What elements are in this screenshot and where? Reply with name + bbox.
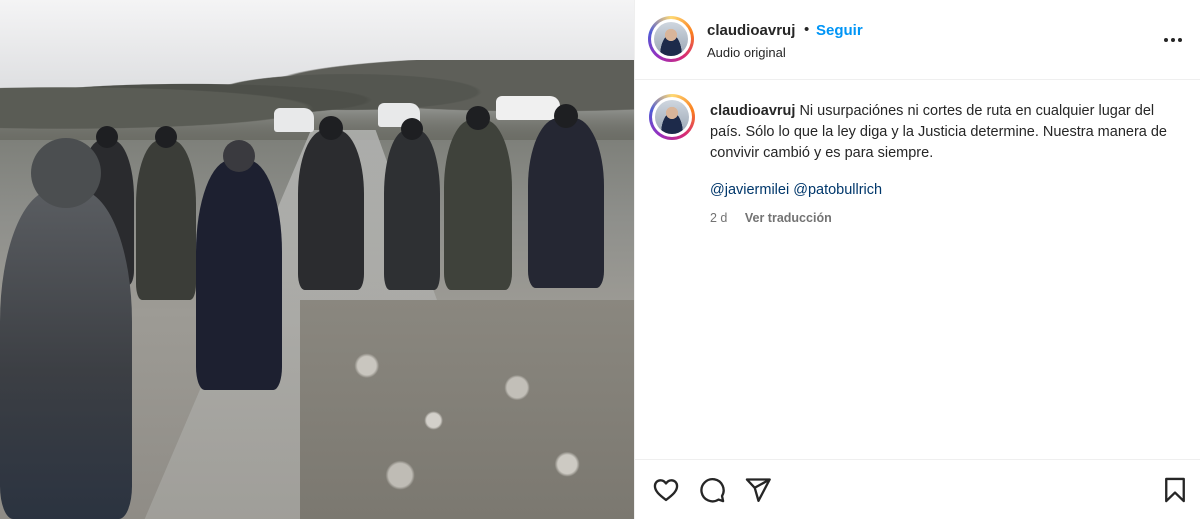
see-translation-link[interactable]: Ver traducción — [745, 211, 832, 225]
mention-link[interactable]: @patobullrich — [793, 182, 882, 198]
media-person — [136, 126, 196, 300]
post-timestamp[interactable]: 2 d — [710, 211, 727, 225]
media-gravel — [300, 300, 634, 519]
media-person — [528, 104, 604, 288]
action-bar — [635, 459, 1200, 519]
media-vehicle — [496, 96, 560, 120]
post-sidebar: claudioavruj • Seguir Audio original cla… — [635, 0, 1200, 519]
media-person — [444, 106, 512, 290]
post-caption: claudioavruj Ni usurpaciónes ni cortes d… — [710, 101, 1180, 164]
comment-icon[interactable] — [698, 476, 726, 504]
media-person — [0, 138, 132, 519]
caption-username[interactable]: claudioavruj — [710, 103, 795, 119]
caption-author-avatar[interactable] — [649, 94, 695, 140]
send-icon[interactable] — [744, 476, 772, 504]
mention-link[interactable]: @javiermilei — [710, 182, 789, 198]
heart-icon[interactable] — [652, 476, 680, 504]
bookmark-icon[interactable] — [1161, 476, 1189, 504]
avatar-image — [655, 100, 689, 134]
audio-label[interactable]: Audio original — [707, 45, 786, 60]
post-media-video[interactable] — [0, 0, 634, 519]
media-person — [298, 116, 364, 290]
post-header: claudioavruj • Seguir Audio original — [635, 0, 1200, 80]
media-person — [196, 140, 282, 390]
author-avatar[interactable] — [648, 16, 694, 62]
more-horizontal-icon[interactable] — [1161, 28, 1185, 52]
avatar-image — [654, 22, 688, 56]
caption-mentions: @javiermilei @patobullrich — [710, 182, 882, 198]
header-separator: • — [804, 21, 810, 38]
caption-meta: 2 d Ver traducción — [710, 211, 832, 225]
media-person — [384, 118, 440, 290]
follow-button[interactable]: Seguir — [816, 22, 863, 39]
media-vehicle — [274, 108, 314, 132]
author-username[interactable]: claudioavruj — [707, 22, 795, 39]
